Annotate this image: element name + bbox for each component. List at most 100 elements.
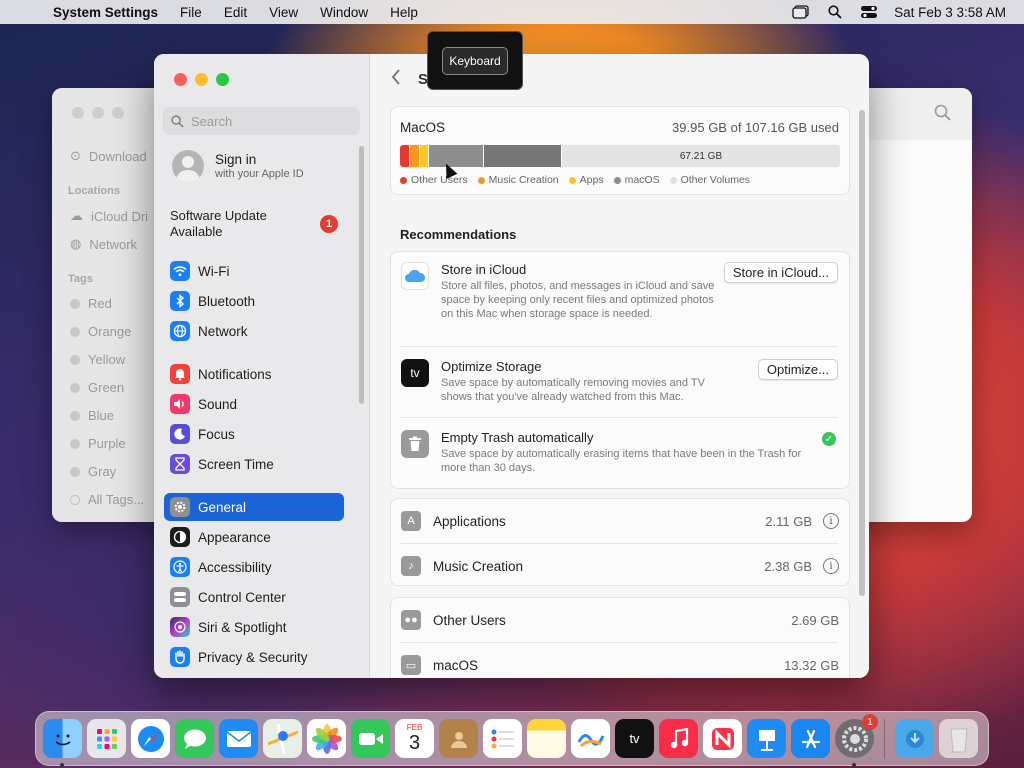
finder-item-network[interactable]: ◍ Network — [70, 236, 137, 252]
contacts-icon[interactable] — [439, 719, 478, 758]
finder-tag-purple[interactable]: Purple — [70, 436, 126, 451]
back-chevron-icon[interactable] — [390, 68, 402, 92]
maps-icon[interactable] — [263, 719, 302, 758]
sidebar-item-control-center[interactable]: Control Center — [164, 583, 344, 611]
sidebar-item-bluetooth[interactable]: Bluetooth — [164, 287, 344, 315]
finder-item-downloads[interactable]: ⊙ Download — [70, 148, 147, 164]
sidebar-item-appearance[interactable]: Appearance — [164, 523, 344, 551]
storage-bar[interactable]: 67.21 GB — [400, 145, 840, 167]
dock-separator — [884, 718, 885, 759]
finder-item-icloud[interactable]: ☁ iCloud Dri — [70, 208, 148, 224]
notes-icon[interactable] — [527, 719, 566, 758]
sidebar-item-sound[interactable]: Sound — [164, 390, 344, 418]
sidebar-scrollbar[interactable] — [359, 146, 364, 404]
software-update-item[interactable]: Software Update Available — [170, 208, 290, 240]
news-icon[interactable] — [703, 719, 742, 758]
store-in-icloud-button[interactable]: Store in iCloud... — [723, 262, 838, 283]
optimize-button[interactable]: Optimize... — [757, 359, 838, 380]
sidebar-item-privacy-security[interactable]: Privacy & Security — [164, 643, 344, 671]
sidebar-search-input[interactable]: Search — [163, 107, 360, 135]
menu-app-name[interactable]: System Settings — [44, 5, 169, 20]
downloads-folder-icon[interactable] — [895, 719, 934, 758]
freeform-icon[interactable] — [571, 719, 610, 758]
sidebar-item-network[interactable]: Network — [164, 317, 344, 345]
clock-text[interactable]: Sat Feb 3 3:58 AM — [894, 5, 1006, 20]
facetime-icon[interactable] — [351, 719, 390, 758]
info-icon[interactable]: i — [823, 513, 839, 529]
menu-help[interactable]: Help — [379, 5, 429, 20]
music-icon[interactable] — [659, 719, 698, 758]
bar-segment-apps[interactable] — [420, 145, 429, 167]
sidebar-item-focus[interactable]: Focus — [164, 420, 344, 448]
app-store-icon[interactable] — [791, 719, 830, 758]
bar-segment-macos-1[interactable] — [429, 145, 484, 167]
category-row-applications[interactable]: A Applications 2.11 GB i — [401, 510, 839, 532]
legend-macos: macOS — [613, 174, 660, 186]
checkmark-icon: ✓ — [822, 432, 836, 446]
system-settings-dock-icon[interactable]: 1 — [835, 714, 878, 767]
launchpad-icon[interactable] — [87, 719, 126, 758]
window-stack-icon[interactable] — [792, 5, 810, 19]
bar-segment-other-users[interactable] — [400, 145, 410, 167]
signin-subtitle: with your Apple ID — [215, 168, 304, 180]
finder-tag-orange[interactable]: Orange — [70, 324, 131, 339]
messages-icon[interactable] — [175, 719, 214, 758]
apple-id-signin[interactable]: Sign in with your Apple ID — [172, 150, 304, 182]
minimize-button[interactable] — [195, 73, 208, 86]
finder-tag-blue[interactable]: Blue — [70, 408, 114, 423]
disk-used-text: 39.95 GB of 107.16 GB used — [672, 120, 839, 135]
info-icon[interactable]: i — [823, 558, 839, 574]
bar-segment-macos-2[interactable] — [484, 145, 562, 167]
calendar-icon[interactable]: FEB 3 — [395, 719, 434, 758]
sidebar-item-label: Appearance — [198, 529, 271, 545]
zoom-button[interactable] — [216, 73, 229, 86]
finder-all-tags[interactable]: All Tags... — [70, 492, 144, 507]
system-settings-window: Search Sign in with your Apple ID Softwa… — [154, 54, 869, 678]
finder-icon[interactable] — [43, 719, 82, 767]
sidebar-item-wifi[interactable]: Wi-Fi — [164, 257, 344, 285]
category-row-music-creation[interactable]: ♪ Music Creation 2.38 GB i — [401, 555, 839, 577]
sidebar-item-notifications[interactable]: Notifications — [164, 360, 344, 388]
spotlight-search-icon[interactable] — [826, 5, 844, 19]
photos-icon[interactable] — [307, 719, 346, 758]
recommendation-title: Empty Trash automatically — [441, 430, 594, 445]
menu-window[interactable]: Window — [309, 5, 379, 20]
finder-tag-green[interactable]: Green — [70, 380, 124, 395]
accessibility-icon — [170, 557, 190, 577]
apple-tv-app-icon[interactable]: tv — [615, 719, 654, 758]
category-row-other-users[interactable]: ●● Other Users 2.69 GB — [401, 609, 839, 631]
sidebar-item-screen-time[interactable]: Screen Time — [164, 450, 344, 478]
finder-tag-yellow[interactable]: Yellow — [70, 352, 125, 367]
trash-dock-icon[interactable] — [939, 719, 978, 758]
menu-bar: System Settings File Edit View Window He… — [0, 0, 1024, 24]
finder-tag-gray[interactable]: Gray — [70, 464, 116, 479]
sidebar-item-siri-spotlight[interactable]: Siri & Spotlight — [164, 613, 344, 641]
sidebar-item-label: Privacy & Security — [198, 649, 308, 665]
mail-icon[interactable] — [219, 719, 258, 758]
category-row-macos[interactable]: ▭ macOS 13.32 GB — [401, 654, 839, 676]
hand-icon — [170, 647, 190, 667]
disk-name: MacOS — [400, 120, 446, 135]
menu-edit[interactable]: Edit — [213, 5, 258, 20]
sidebar-item-label: Control Center — [198, 589, 286, 605]
control-center-icon[interactable] — [860, 5, 878, 19]
sidebar-item-label: Siri & Spotlight — [198, 619, 287, 635]
content-scrollbar[interactable] — [859, 110, 865, 596]
finder-main-area — [868, 140, 972, 522]
reminders-icon[interactable] — [483, 719, 522, 758]
sidebar-item-label: Wi-Fi — [198, 263, 230, 279]
close-button[interactable] — [174, 73, 187, 86]
legend-music-creation: Music Creation — [477, 174, 559, 186]
safari-icon[interactable] — [131, 719, 170, 758]
menu-file[interactable]: File — [169, 5, 213, 20]
finder-tag-red[interactable]: Red — [70, 296, 112, 311]
keynote-icon[interactable] — [747, 719, 786, 758]
sidebar-item-accessibility[interactable]: Accessibility — [164, 553, 344, 581]
bluetooth-icon — [170, 291, 190, 311]
sidebar-item-general[interactable]: General — [164, 493, 344, 521]
appearance-icon — [170, 527, 190, 547]
finder-search-icon[interactable] — [934, 104, 952, 127]
bar-segment-music-creation[interactable] — [410, 145, 420, 167]
recommendation-icloud: Store in iCloud Store all files, photos,… — [401, 262, 838, 342]
menu-view[interactable]: View — [258, 5, 309, 20]
